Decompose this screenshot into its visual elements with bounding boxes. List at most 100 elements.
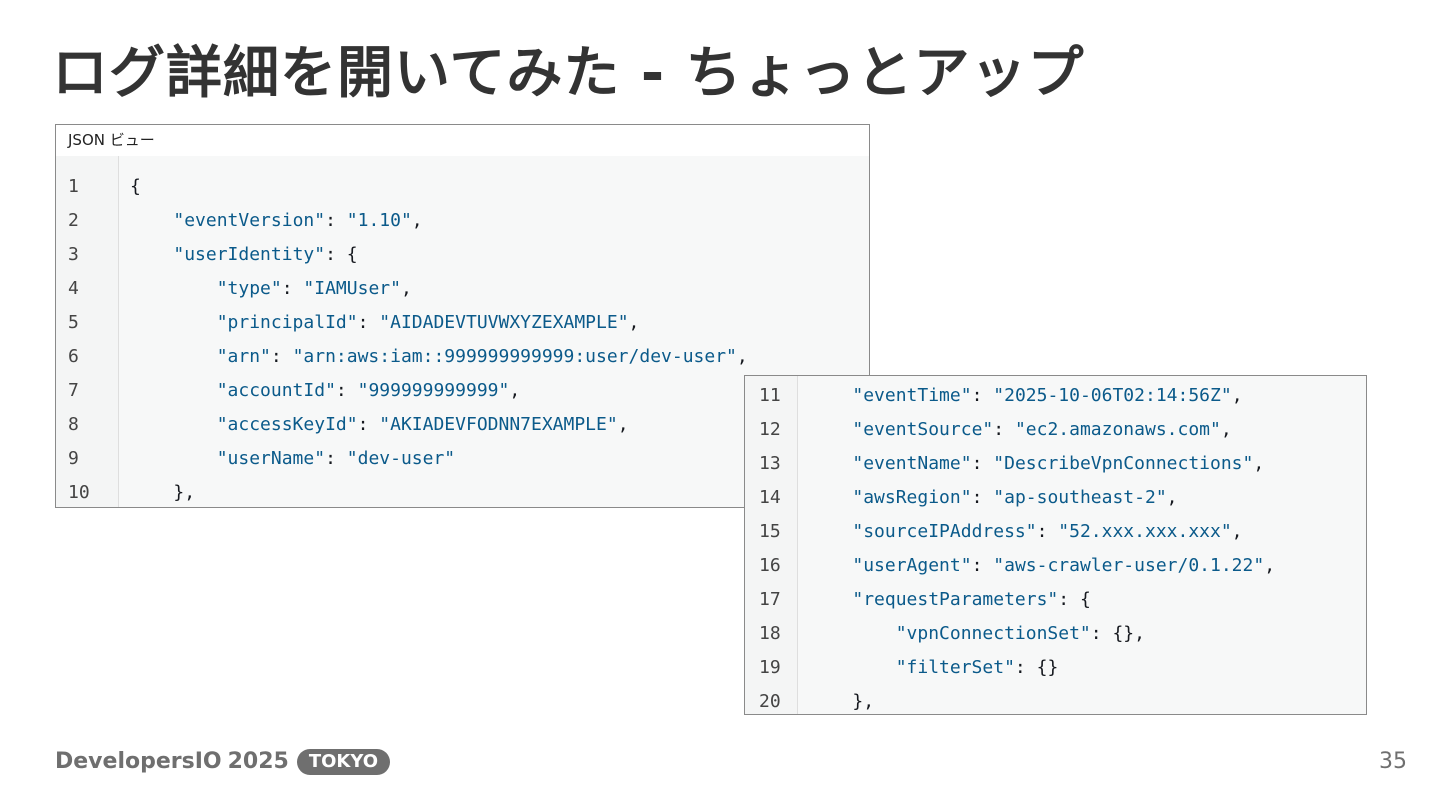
json-value: "IAMUser" bbox=[303, 278, 401, 299]
json-separator: : bbox=[1090, 623, 1113, 644]
json-punctuation: , bbox=[509, 380, 521, 401]
json-view-caption: JSON ビュー bbox=[68, 131, 155, 149]
code-line: 6 "arn": "arn:aws:iam::999999999999:user… bbox=[56, 340, 869, 374]
code-text: "eventTime": "2025-10-06T02:14:56Z", bbox=[797, 379, 1243, 413]
footer-brand: DevelopersIO 2025 TOKYO bbox=[55, 748, 391, 776]
json-separator: : bbox=[971, 453, 994, 474]
code-text: "userIdentity": { bbox=[118, 238, 358, 272]
json-punctuation: , bbox=[1253, 453, 1265, 474]
json-key: "arn" bbox=[216, 346, 271, 367]
line-number: 8 bbox=[68, 414, 79, 435]
json-punctuation: , bbox=[1264, 555, 1276, 576]
brand-name: DevelopersIO bbox=[55, 749, 222, 774]
code-text: "eventVersion": "1.10", bbox=[118, 204, 423, 238]
line-number: 6 bbox=[68, 346, 79, 367]
line-number: 18 bbox=[759, 623, 781, 644]
json-separator: : bbox=[993, 419, 1015, 440]
code-text: "userAgent": "aws-crawler-user/0.1.22", bbox=[797, 549, 1275, 583]
json-key: "userAgent" bbox=[852, 555, 972, 576]
line-number: 20 bbox=[759, 691, 781, 712]
line-number: 19 bbox=[759, 657, 781, 678]
line-number: 4 bbox=[68, 278, 79, 299]
json-value: "DescribeVpnConnections" bbox=[993, 453, 1254, 474]
line-number: 7 bbox=[68, 380, 79, 401]
json-key: "filterSet" bbox=[895, 657, 1015, 678]
json-key: "type" bbox=[216, 278, 282, 299]
code-text: { bbox=[118, 170, 141, 204]
json-punctuation: }, bbox=[173, 482, 196, 503]
json-punctuation: {}, bbox=[1112, 623, 1145, 644]
line-number: 11 bbox=[759, 385, 781, 406]
code-text: "arn": "arn:aws:iam::999999999999:user/d… bbox=[118, 340, 748, 374]
json-key: "awsRegion" bbox=[852, 487, 972, 508]
code-text: "filterSet": {} bbox=[797, 651, 1059, 685]
code-text: }, bbox=[118, 476, 196, 507]
json-value: "AIDADEVTUVWXYZEXAMPLE" bbox=[379, 312, 629, 333]
code-text: "userName": "dev-user" bbox=[118, 442, 455, 476]
json-punctuation: , bbox=[1231, 385, 1243, 406]
json-punctuation: , bbox=[628, 312, 640, 333]
json-key: "sourceIPAddress" bbox=[852, 521, 1037, 542]
json-punctuation: {} bbox=[1036, 657, 1059, 678]
line-number: 15 bbox=[759, 521, 781, 542]
json-punctuation: , bbox=[1231, 521, 1243, 542]
slide-title: ログ詳細を開いてみた - ちょっとアップ bbox=[52, 41, 1085, 106]
line-number: 5 bbox=[68, 312, 79, 333]
json-punctuation: , bbox=[736, 346, 748, 367]
code-line: 18 "vpnConnectionSet": {}, bbox=[745, 617, 1366, 651]
json-key: "vpnConnectionSet" bbox=[895, 623, 1091, 644]
code-text: "eventSource": "ec2.amazonaws.com", bbox=[797, 413, 1231, 447]
json-key: "requestParameters" bbox=[852, 589, 1059, 610]
code-text: "type": "IAMUser", bbox=[118, 272, 412, 306]
json-key: "eventVersion" bbox=[173, 210, 326, 231]
json-punctuation: { bbox=[346, 244, 358, 265]
json-code-area-continued[interactable]: 11 "eventTime": "2025-10-06T02:14:56Z", 1… bbox=[745, 376, 1366, 714]
json-punctuation: { bbox=[1079, 589, 1091, 610]
brand-year: 2025 bbox=[227, 749, 289, 774]
json-key: "eventTime" bbox=[852, 385, 972, 406]
code-line: 14 "awsRegion": "ap-southeast-2", bbox=[745, 481, 1366, 515]
json-separator: : bbox=[971, 385, 994, 406]
json-key: "userName" bbox=[216, 448, 326, 469]
line-number: 16 bbox=[759, 555, 781, 576]
json-value: "52.xxx.xxx.xxx" bbox=[1058, 521, 1232, 542]
code-text: }, bbox=[797, 685, 875, 714]
code-line: 4 "type": "IAMUser", bbox=[56, 272, 869, 306]
code-line: 13 "eventName": "DescribeVpnConnections"… bbox=[745, 447, 1366, 481]
code-text: "principalId": "AIDADEVTUVWXYZEXAMPLE", bbox=[118, 306, 640, 340]
code-line: 19 "filterSet": {} bbox=[745, 651, 1366, 685]
json-value: "arn:aws:iam::999999999999:user/dev-user… bbox=[292, 346, 737, 367]
json-key: "accessKeyId" bbox=[216, 414, 358, 435]
json-punctuation: }, bbox=[852, 691, 875, 712]
line-number: 17 bbox=[759, 589, 781, 610]
json-separator: : bbox=[1058, 589, 1080, 610]
code-text: "accessKeyId": "AKIADEVFODNN7EXAMPLE", bbox=[118, 408, 629, 442]
json-separator: : bbox=[1014, 657, 1037, 678]
json-punctuation: , bbox=[411, 210, 423, 231]
json-separator: : bbox=[335, 380, 358, 401]
json-separator: : bbox=[325, 244, 347, 265]
code-text: "requestParameters": { bbox=[797, 583, 1091, 617]
line-number: 10 bbox=[68, 482, 90, 503]
code-line: 1{ bbox=[56, 170, 869, 204]
code-text: "accountId": "999999999999", bbox=[118, 374, 520, 408]
code-line: 17 "requestParameters": { bbox=[745, 583, 1366, 617]
json-key: "eventSource" bbox=[852, 419, 994, 440]
json-separator: : bbox=[281, 278, 304, 299]
json-punctuation: , bbox=[1166, 487, 1178, 508]
line-number: 13 bbox=[759, 453, 781, 474]
